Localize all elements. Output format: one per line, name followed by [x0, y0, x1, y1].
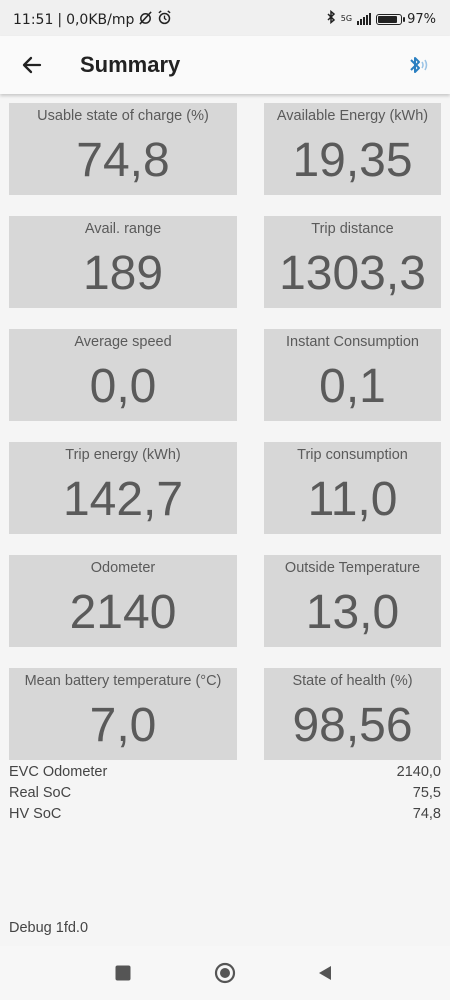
tile-usable-soc[interactable]: Usable state of charge (%) 74,8 — [9, 103, 237, 195]
detail-value: 2140,0 — [396, 764, 441, 780]
tile-value: 19,35 — [292, 134, 413, 187]
detail-row-evc-odometer: EVC Odometer 2140,0 — [9, 764, 441, 784]
tile-value: 74,8 — [76, 134, 170, 187]
square-icon — [115, 965, 131, 981]
tile-trip-energy[interactable]: Trip energy (kWh) 142,7 — [9, 442, 237, 534]
tile-value: 0,0 — [89, 360, 157, 413]
tile-value: 142,7 — [62, 473, 184, 526]
tile-avail-range[interactable]: Avail. range 189 — [9, 216, 237, 308]
tile-value: 7,0 — [89, 699, 157, 752]
alarm-clock-icon — [157, 10, 172, 29]
cellular-signal-icon — [357, 13, 372, 25]
detail-row-real-soc: Real SoC 75,5 — [9, 785, 441, 805]
tile-label: Outside Temperature — [284, 560, 421, 576]
tile-trip-consumption[interactable]: Trip consumption 11,0 — [264, 442, 441, 534]
home-button[interactable] — [211, 959, 239, 987]
tile-available-energy[interactable]: Available Energy (kWh) 19,35 — [264, 103, 441, 195]
tile-value: 189 — [82, 247, 164, 300]
app-bar: Summary — [0, 36, 450, 94]
tile-trip-distance[interactable]: Trip distance 1303,3 — [264, 216, 441, 308]
status-bar: 11:51 | 0,0KB/mp 5G 97% — [0, 0, 450, 36]
triangle-back-icon — [319, 966, 331, 980]
battery-percent-value: 97 — [407, 11, 424, 27]
bluetooth-status-icon — [326, 9, 336, 28]
nav-back-button[interactable] — [311, 959, 339, 987]
system-nav-bar — [0, 946, 450, 1000]
detail-label: Real SoC — [9, 785, 72, 801]
network-type-label: 5G — [340, 14, 353, 23]
tile-outside-temperature[interactable]: Outside Temperature 13,0 — [264, 555, 441, 647]
recents-button[interactable] — [109, 959, 137, 987]
detail-label: HV SoC — [9, 806, 62, 822]
detail-label: EVC Odometer — [9, 764, 108, 780]
tile-label: Available Energy (kWh) — [276, 108, 429, 124]
tile-value: 2140 — [69, 586, 177, 639]
tile-label: Instant Consumption — [286, 334, 419, 350]
tile-label: Trip consumption — [297, 447, 408, 463]
status-left: 11:51 | 0,0KB/mp — [13, 10, 172, 29]
tile-value: 98,56 — [292, 699, 413, 752]
detail-value: 74,8 — [412, 806, 441, 822]
tile-label: Mean battery temperature (°C) — [24, 673, 222, 689]
network-speed: 0,0KB/mp — [66, 11, 135, 28]
tile-odometer[interactable]: Odometer 2140 — [9, 555, 237, 647]
bluetooth-connection-button[interactable] — [404, 50, 434, 80]
back-button[interactable] — [16, 49, 48, 81]
tile-value: 11,0 — [307, 473, 398, 526]
tile-state-of-health[interactable]: State of health (%) 98,56 — [264, 668, 441, 760]
page-title: Summary — [80, 52, 181, 77]
network-type: 5G — [341, 15, 352, 23]
tile-instant-consumption[interactable]: Instant Consumption 0,1 — [264, 329, 441, 421]
tile-label: Avail. range — [84, 221, 162, 237]
tile-label: Usable state of charge (%) — [37, 108, 209, 124]
tile-label: Average speed — [74, 334, 172, 350]
battery-icon — [376, 13, 406, 25]
circle-icon — [214, 962, 236, 984]
tile-label: Trip distance — [311, 221, 394, 237]
status-time: 11:51 — [13, 11, 54, 28]
detail-row-hv-soc: HV SoC 74,8 — [9, 806, 441, 826]
alarm-muted-icon — [138, 10, 153, 29]
tile-label: Odometer — [90, 560, 156, 576]
tile-value: 0,1 — [319, 360, 386, 413]
tile-mean-battery-temperature[interactable]: Mean battery temperature (°C) 7,0 — [9, 668, 237, 760]
battery-percent: 97% — [407, 11, 436, 27]
tile-value: 1303,3 — [279, 247, 426, 300]
tile-average-speed[interactable]: Average speed 0,0 — [9, 329, 237, 421]
debug-version: Debug 1fd.0 — [9, 920, 89, 936]
tile-value: 13,0 — [305, 586, 400, 639]
battery-fill — [378, 15, 398, 23]
detail-value: 75,5 — [412, 785, 441, 801]
arrow-back-icon — [22, 56, 42, 74]
bluetooth-audio-icon — [410, 57, 428, 73]
status-right: 5G 97% — [326, 9, 436, 28]
tile-label: State of health (%) — [292, 673, 413, 689]
tile-label: Trip energy (kWh) — [65, 447, 181, 463]
status-divider: | — [57, 11, 63, 28]
